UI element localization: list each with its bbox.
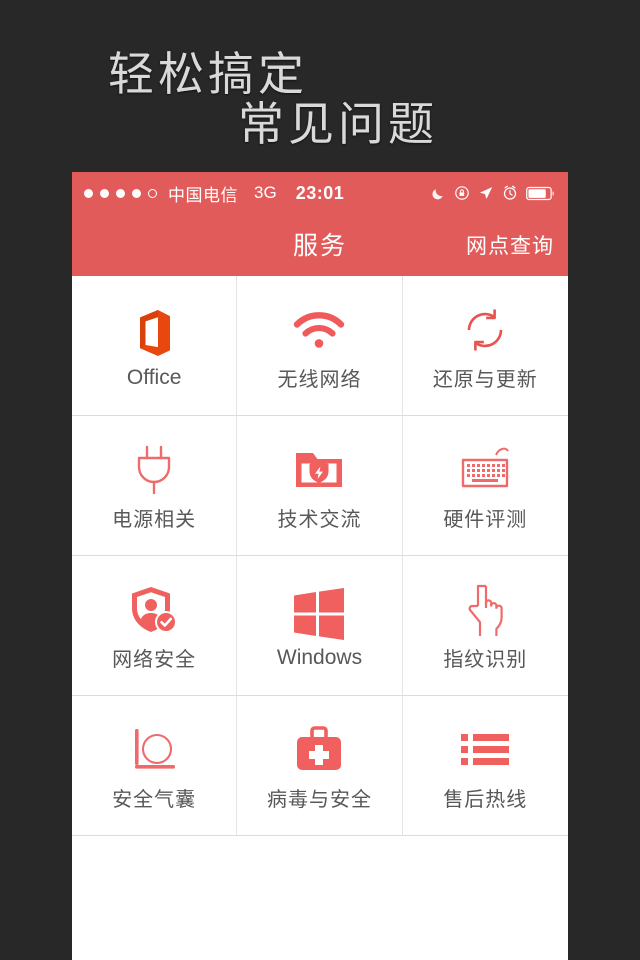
keyboard-icon [450, 439, 520, 501]
signal-dot-3 [116, 188, 125, 198]
battery-icon [526, 186, 554, 200]
windows-logo-icon [284, 582, 354, 644]
grid-item-virus-security[interactable]: 病毒与安全 [237, 696, 403, 836]
hero-headline-line-2: 常见问题 [238, 97, 438, 151]
power-plug-icon [119, 439, 189, 501]
grid-item-tech-exchange[interactable]: 技术交流 [237, 416, 403, 556]
grid-item-label: 指纹识别 [443, 647, 528, 671]
nav-bar: 服务 网点查询 [72, 214, 568, 276]
airbag-icon [119, 719, 189, 781]
pointing-hand-icon [450, 579, 520, 641]
status-bar-left: 中国电信 3G [84, 181, 277, 206]
grid-item-label: 网络安全 [112, 647, 197, 671]
rotation-lock-icon [455, 186, 469, 200]
grid-item-fingerprint[interactable]: 指纹识别 [402, 556, 568, 696]
hero-banner: 轻松搞定 常见问题 [0, 0, 640, 170]
grid-item-label: Office [126, 365, 182, 389]
office-icon [119, 302, 189, 364]
location-arrow-icon [479, 187, 493, 200]
grid-item-network-security[interactable]: 网络安全 [72, 556, 238, 696]
list-lines-icon [450, 719, 520, 781]
grid-item-label: 病毒与安全 [266, 787, 372, 811]
grid-item-label: 电源相关 [112, 507, 197, 531]
signal-dot-1 [84, 188, 93, 198]
grid-item-label: 无线网络 [277, 367, 362, 391]
grid-item-label: 售后热线 [443, 787, 528, 811]
grid-item-label: 硬件评测 [443, 507, 528, 531]
carrier-label: 中国电信 [168, 185, 238, 205]
status-bar: 中国电信 3G 23:01 [72, 172, 568, 214]
wifi-icon [284, 299, 354, 361]
grid-item-windows[interactable]: Windows [237, 556, 403, 696]
shield-user-check-icon [119, 579, 189, 641]
signal-dot-2 [100, 188, 109, 198]
grid-item-label: 技术交流 [277, 507, 362, 531]
grid-item-hotline[interactable]: 售后热线 [402, 696, 568, 836]
refresh-sync-icon [450, 299, 520, 361]
grid-item-wireless-network[interactable]: 无线网络 [237, 276, 403, 416]
alarm-clock-icon [503, 185, 517, 200]
service-grid: Office 无线网络 还原与更新 电源相关 技术交流 硬件评测 网络安全 Wi… [72, 276, 568, 836]
status-bar-right [431, 185, 556, 201]
grid-item-restore-update[interactable]: 还原与更新 [402, 276, 568, 416]
moon-icon [432, 188, 443, 199]
grid-item-hardware-review[interactable]: 硬件评测 [402, 416, 568, 556]
folder-shield-icon [284, 439, 354, 501]
grid-item-label: Windows [276, 645, 363, 669]
grid-item-airbag[interactable]: 安全气囊 [72, 696, 238, 836]
grid-item-office[interactable]: Office [72, 276, 238, 416]
nav-right-action-button[interactable]: 网点查询 [466, 230, 554, 260]
grid-item-label: 安全气囊 [112, 787, 197, 811]
phone-screenshot-card: 中国电信 3G 23:01 服务 网点查询 Office 无线网络 还原与更新 … [72, 172, 568, 960]
medical-kit-icon [284, 719, 354, 781]
signal-dot-5 [148, 188, 157, 198]
signal-dot-4 [132, 188, 141, 198]
network-type-label: 3G [254, 183, 277, 202]
grid-item-label: 还原与更新 [432, 367, 538, 391]
grid-item-power[interactable]: 电源相关 [72, 416, 238, 556]
